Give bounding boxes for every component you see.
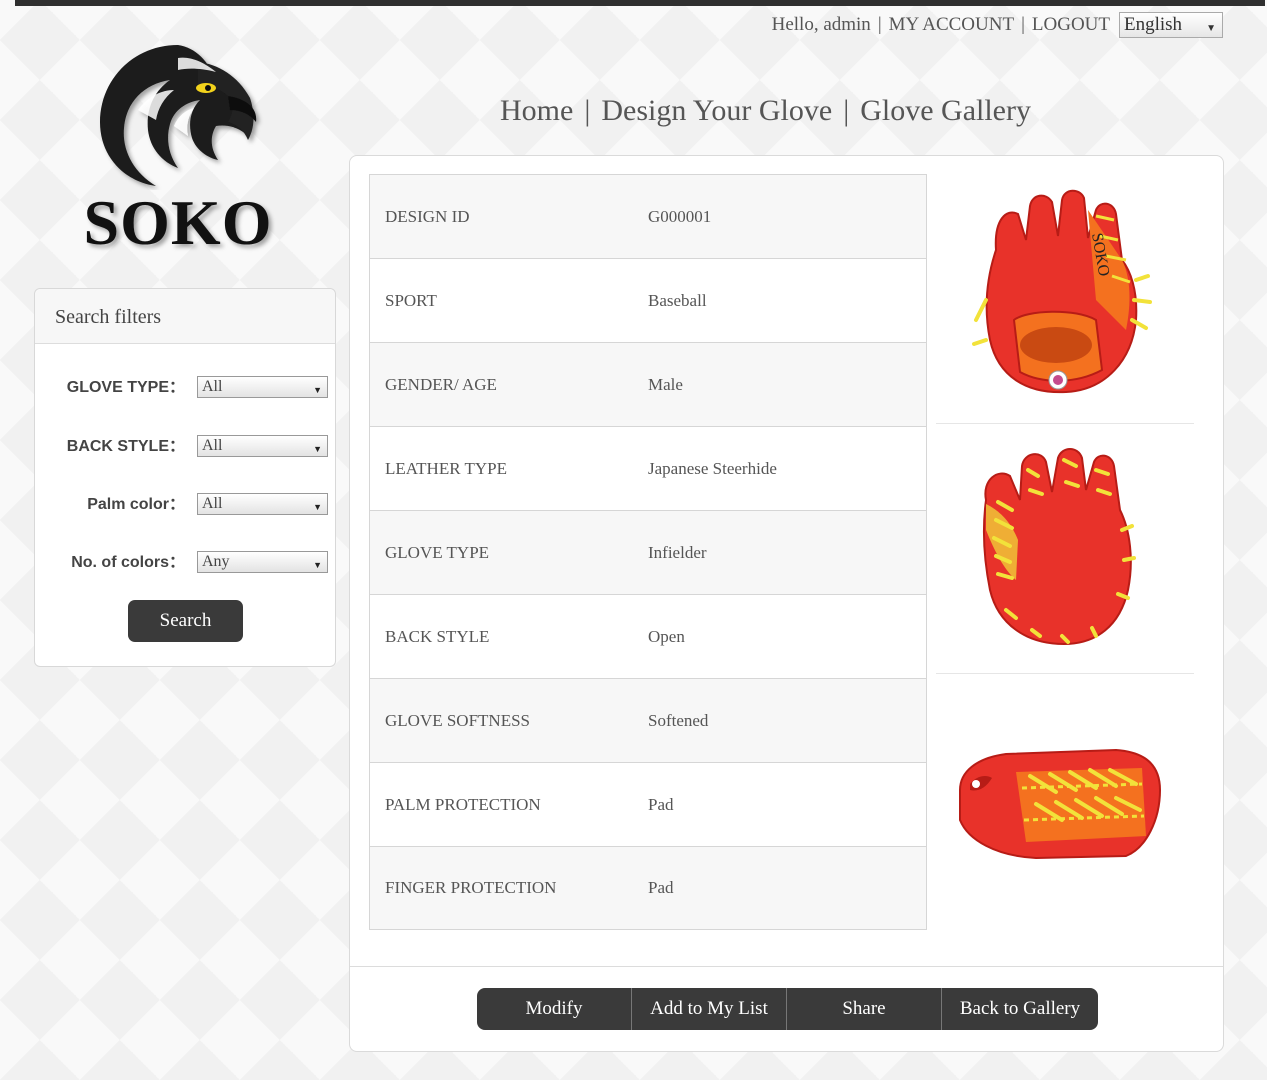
spec-key: BACK STYLE	[385, 626, 490, 646]
greeting-text: Hello, admin	[771, 14, 871, 35]
chevron-down-icon: ▼	[313, 385, 322, 395]
nav-glove-gallery[interactable]: Glove Gallery	[860, 94, 1031, 128]
spec-key: GLOVE SOFTNESS	[385, 710, 530, 730]
select-value: All	[202, 495, 223, 512]
glove-type-select[interactable]: All ▼	[197, 376, 328, 398]
separator: |	[877, 14, 882, 35]
eagle-head-icon	[100, 45, 257, 186]
spec-value: Baseball	[648, 290, 707, 310]
action-button-group: Modify Add to My List Share Back to Gall…	[477, 988, 1098, 1030]
table-row: LEATHER TYPE Japanese Steerhide	[370, 427, 926, 511]
search-filters-panel: Search filters GLOVE TYPE： All ▼ BACK ST…	[34, 288, 336, 667]
add-to-my-list-button[interactable]: Add to My List	[632, 988, 787, 1030]
table-row: BACK STYLE Open	[370, 595, 926, 679]
spec-value: Pad	[648, 878, 674, 897]
chevron-down-icon: ▼	[313, 502, 322, 512]
panel-divider	[350, 966, 1223, 967]
table-row: GENDER/ AGE Male	[370, 343, 926, 427]
table-row: PALM PROTECTION Pad	[370, 763, 926, 847]
spec-table: DESIGN ID G000001 SPORT Baseball GENDER/…	[369, 174, 927, 930]
spec-key: GENDER/ AGE	[385, 374, 497, 394]
filter-no-of-colors: No. of colors： Any ▼	[35, 551, 337, 575]
filter-label: GLOVE TYPE：	[66, 379, 185, 396]
spec-value: Pad	[648, 794, 674, 814]
glove-side-view[interactable]	[936, 674, 1194, 923]
share-button[interactable]: Share	[787, 988, 942, 1030]
spec-key: GLOVE TYPE	[385, 542, 490, 562]
select-value: All	[202, 437, 223, 454]
select-value: All	[202, 378, 223, 395]
select-value: Any	[202, 553, 230, 570]
soko-logo[interactable]: SOKO	[78, 40, 278, 258]
nav-separator: |	[843, 94, 850, 127]
no-of-colors-select[interactable]: Any ▼	[197, 551, 328, 573]
modify-button[interactable]: Modify	[477, 988, 632, 1030]
spec-key: FINGER PROTECTION	[385, 878, 557, 897]
nav-design-your-glove[interactable]: Design Your Glove	[601, 94, 832, 128]
glove-back-image: SOKO	[972, 189, 1152, 394]
top-bar	[15, 0, 1265, 6]
filter-palm-color: Palm color： All ▼	[35, 493, 337, 517]
filter-label: Palm color：	[87, 496, 185, 513]
glove-side-image	[959, 748, 1162, 860]
palm-color-select[interactable]: All ▼	[197, 493, 328, 515]
spec-value: Infielder	[648, 542, 707, 562]
filter-label: No. of colors：	[71, 554, 185, 571]
spec-value: Japanese Steerhide	[648, 458, 777, 478]
back-style-select[interactable]: All ▼	[197, 435, 328, 457]
filter-glove-type: GLOVE TYPE： All ▼	[35, 376, 337, 400]
logout-link[interactable]: LOGOUT	[1032, 14, 1110, 36]
spec-value: Open	[648, 626, 685, 646]
glove-detail-panel: DESIGN ID G000001 SPORT Baseball GENDER/…	[349, 155, 1224, 1052]
spec-key: LEATHER TYPE	[385, 458, 507, 478]
nav-separator: |	[584, 94, 591, 127]
language-select[interactable]: English ▼	[1119, 12, 1223, 38]
language-value: English	[1124, 14, 1183, 35]
filter-label: BACK STYLE：	[66, 438, 185, 455]
glove-views: SOKO	[936, 174, 1194, 923]
filters-title: Search filters	[35, 289, 335, 344]
table-row: SPORT Baseball	[370, 259, 926, 343]
filter-back-style: BACK STYLE： All ▼	[35, 435, 337, 459]
chevron-down-icon: ▼	[1206, 23, 1216, 34]
spec-key: SPORT	[385, 290, 437, 310]
table-row: FINGER PROTECTION Pad	[370, 847, 926, 929]
table-row: DESIGN ID G000001	[370, 175, 926, 259]
search-button[interactable]: Search	[128, 600, 243, 642]
table-row: GLOVE TYPE Infielder	[370, 511, 926, 595]
main-nav: Home | Design Your Glove | Glove Gallery	[500, 94, 1031, 128]
table-row: GLOVE SOFTNESS Softened	[370, 679, 926, 763]
back-to-gallery-button[interactable]: Back to Gallery	[942, 988, 1098, 1030]
spec-key: DESIGN ID	[385, 206, 470, 226]
glove-palm-image	[982, 448, 1136, 646]
spec-value: Softened	[648, 710, 709, 730]
user-bar: Hello, admin | MY ACCOUNT | LOGOUT Engli…	[772, 12, 1223, 38]
glove-palm-view[interactable]	[936, 424, 1194, 674]
glove-back-view[interactable]: SOKO	[936, 174, 1194, 424]
separator: |	[1021, 14, 1025, 35]
nav-home[interactable]: Home	[500, 94, 573, 128]
logo-text: SOKO	[83, 187, 273, 258]
chevron-down-icon: ▼	[313, 444, 322, 454]
my-account-link[interactable]: MY ACCOUNT	[889, 14, 1014, 36]
spec-key: PALM PROTECTION	[385, 794, 541, 814]
spec-value: Male	[648, 374, 683, 394]
chevron-down-icon: ▼	[313, 560, 322, 570]
spec-value: G000001	[648, 206, 712, 226]
